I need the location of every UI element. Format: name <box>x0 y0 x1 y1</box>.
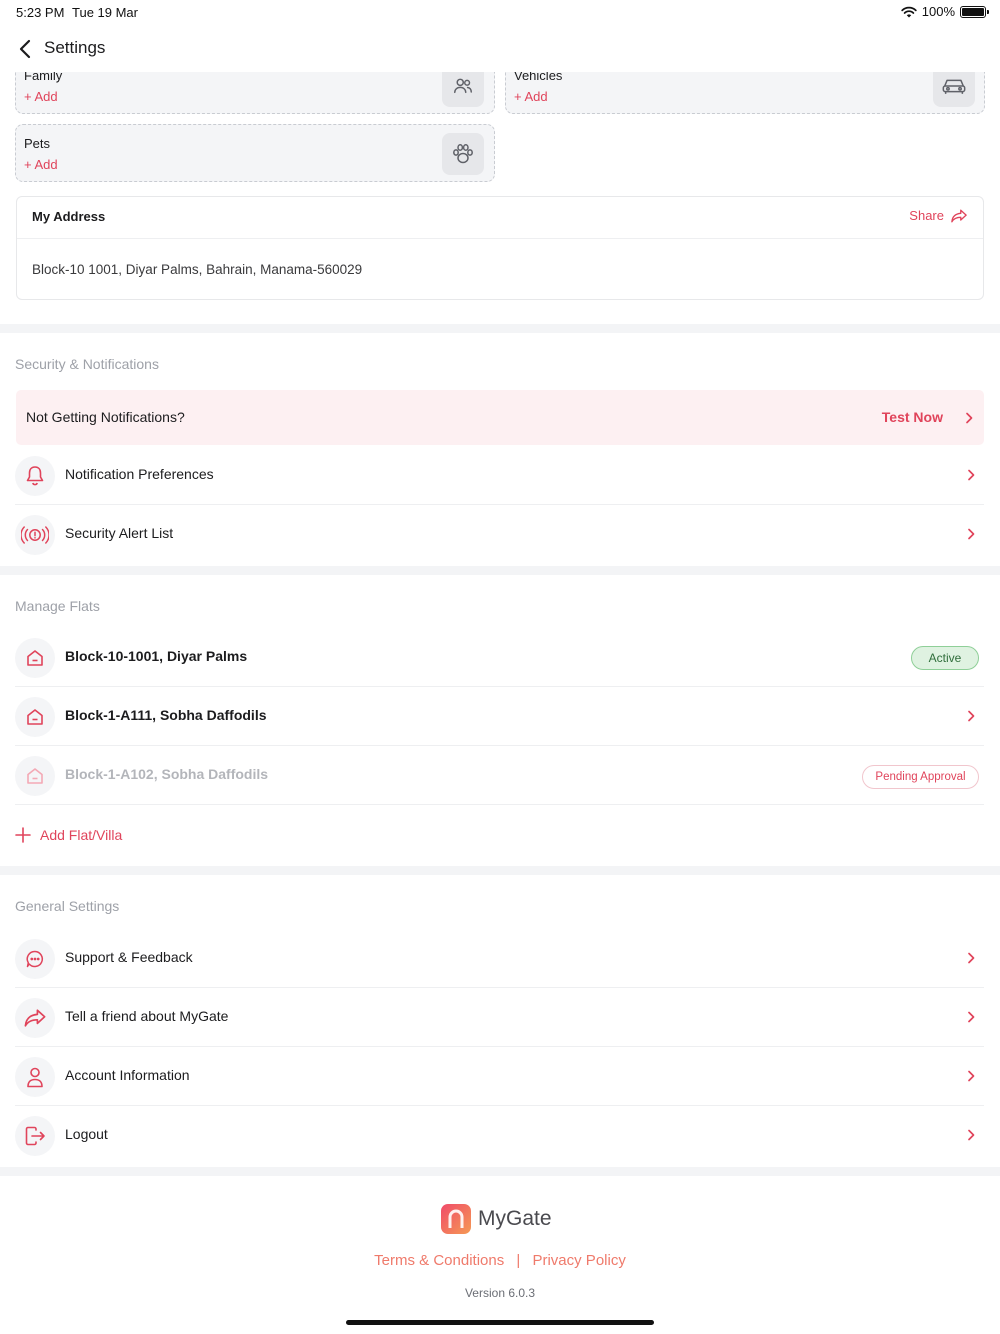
alarm-icon <box>15 515 55 555</box>
chevron-right-icon <box>968 710 975 722</box>
chevron-right-icon <box>966 412 973 424</box>
family-add-link[interactable]: + Add <box>24 89 58 104</box>
brand-name: MyGate <box>478 1207 552 1230</box>
share-address-button[interactable]: Share <box>909 208 967 223</box>
pets-add-link[interactable]: + Add <box>24 157 58 172</box>
divider <box>17 238 983 239</box>
section-title-security: Security & Notifications <box>15 356 159 372</box>
test-notification-label: Not Getting Notifications? <box>26 409 185 425</box>
logout-row[interactable]: Logout <box>15 1106 984 1165</box>
page-title: Settings <box>44 38 106 57</box>
section-separator <box>0 566 1000 575</box>
footer-links: Terms & Conditions | Privacy Policy <box>0 1252 1000 1269</box>
home-icon <box>15 638 55 678</box>
battery-percent: 100% <box>921 4 955 19</box>
status-time: 5:23 PM <box>16 5 65 20</box>
status-date: Tue 19 Mar <box>72 5 138 20</box>
test-notification-bar[interactable]: Not Getting Notifications? Test Now <box>16 390 984 445</box>
wifi-icon <box>901 6 917 17</box>
flat-row[interactable]: Block-1-A102, Sobha Daffodils Pending Ap… <box>15 746 984 805</box>
home-indicator[interactable] <box>346 1320 654 1325</box>
pets-tile[interactable]: Pets + Add <box>15 124 495 182</box>
address-title: My Address <box>32 209 106 224</box>
link-separator: | <box>516 1252 521 1269</box>
chevron-right-icon <box>968 1011 975 1023</box>
support-feedback-label: Support & Feedback <box>65 949 193 965</box>
terms-link[interactable]: Terms & Conditions <box>374 1252 504 1269</box>
divider <box>15 804 984 805</box>
mygate-logo-icon <box>441 1204 471 1234</box>
share-icon <box>15 998 55 1038</box>
status-bar: 5:23 PM Tue 19 Mar 100% <box>0 0 1000 24</box>
add-flat-label: Add Flat/Villa <box>40 827 123 843</box>
section-separator <box>0 866 1000 875</box>
active-badge: Active <box>911 646 979 670</box>
user-icon <box>15 1057 55 1097</box>
flat-label: Block-1-A111, Sobha Daffodils <box>65 707 267 723</box>
home-icon <box>15 697 55 737</box>
chevron-right-icon <box>968 1070 975 1082</box>
chat-icon <box>15 939 55 979</box>
flat-row[interactable]: Block-10-1001, Diyar Palms Active <box>15 628 984 687</box>
test-now-button[interactable]: Test Now <box>882 409 943 425</box>
security-alert-list-label: Security Alert List <box>65 525 174 541</box>
logout-label: Logout <box>65 1126 108 1142</box>
notification-preferences-row[interactable]: Notification Preferences <box>15 446 984 505</box>
chevron-right-icon <box>968 469 975 481</box>
tell-a-friend-label: Tell a friend about MyGate <box>65 1008 229 1024</box>
chevron-right-icon <box>968 1129 975 1141</box>
security-alert-list-row[interactable]: Security Alert List <box>15 505 984 564</box>
status-indicators: 100% <box>901 4 989 19</box>
add-flat-button[interactable]: Add Flat/Villa <box>15 827 122 843</box>
vehicles-add-link[interactable]: + Add <box>514 89 548 104</box>
chevron-right-icon <box>968 528 975 540</box>
flat-label: Block-1-A102, Sobha Daffodils <box>65 766 269 782</box>
bell-icon <box>15 456 55 496</box>
tell-a-friend-row[interactable]: Tell a friend about MyGate <box>15 988 984 1047</box>
battery-icon <box>960 5 989 18</box>
pets-label: Pets <box>24 136 51 151</box>
logout-icon <box>15 1116 55 1156</box>
account-information-row[interactable]: Account Information <box>15 1047 984 1106</box>
notification-preferences-label: Notification Preferences <box>65 466 214 482</box>
privacy-link[interactable]: Privacy Policy <box>532 1252 625 1269</box>
section-separator <box>0 1167 1000 1176</box>
paw-icon <box>442 133 484 175</box>
home-icon <box>15 756 55 796</box>
plus-icon <box>15 827 31 843</box>
nav-bar: Settings <box>0 28 1000 72</box>
share-icon <box>951 209 967 222</box>
share-label: Share <box>909 208 944 223</box>
mygate-logo: MyGate <box>441 1204 552 1234</box>
address-text: Block-10 1001, Diyar Palms, Bahrain, Man… <box>32 262 363 277</box>
chevron-right-icon <box>968 952 975 964</box>
address-card: My Address Share Block-10 1001, Diyar Pa… <box>16 196 984 300</box>
pending-approval-badge: Pending Approval <box>862 765 979 789</box>
support-feedback-row[interactable]: Support & Feedback <box>15 929 984 988</box>
version-text: Version 6.0.3 <box>464 1286 536 1300</box>
account-information-label: Account Information <box>65 1067 190 1083</box>
chevron-left-icon[interactable] <box>14 37 38 61</box>
flat-row[interactable]: Block-1-A111, Sobha Daffodils <box>15 687 984 746</box>
section-title-general: General Settings <box>15 898 120 914</box>
section-title-manage-flats: Manage Flats <box>15 598 100 614</box>
flat-label: Block-10-1001, Diyar Palms <box>65 648 248 664</box>
section-separator <box>0 324 1000 333</box>
